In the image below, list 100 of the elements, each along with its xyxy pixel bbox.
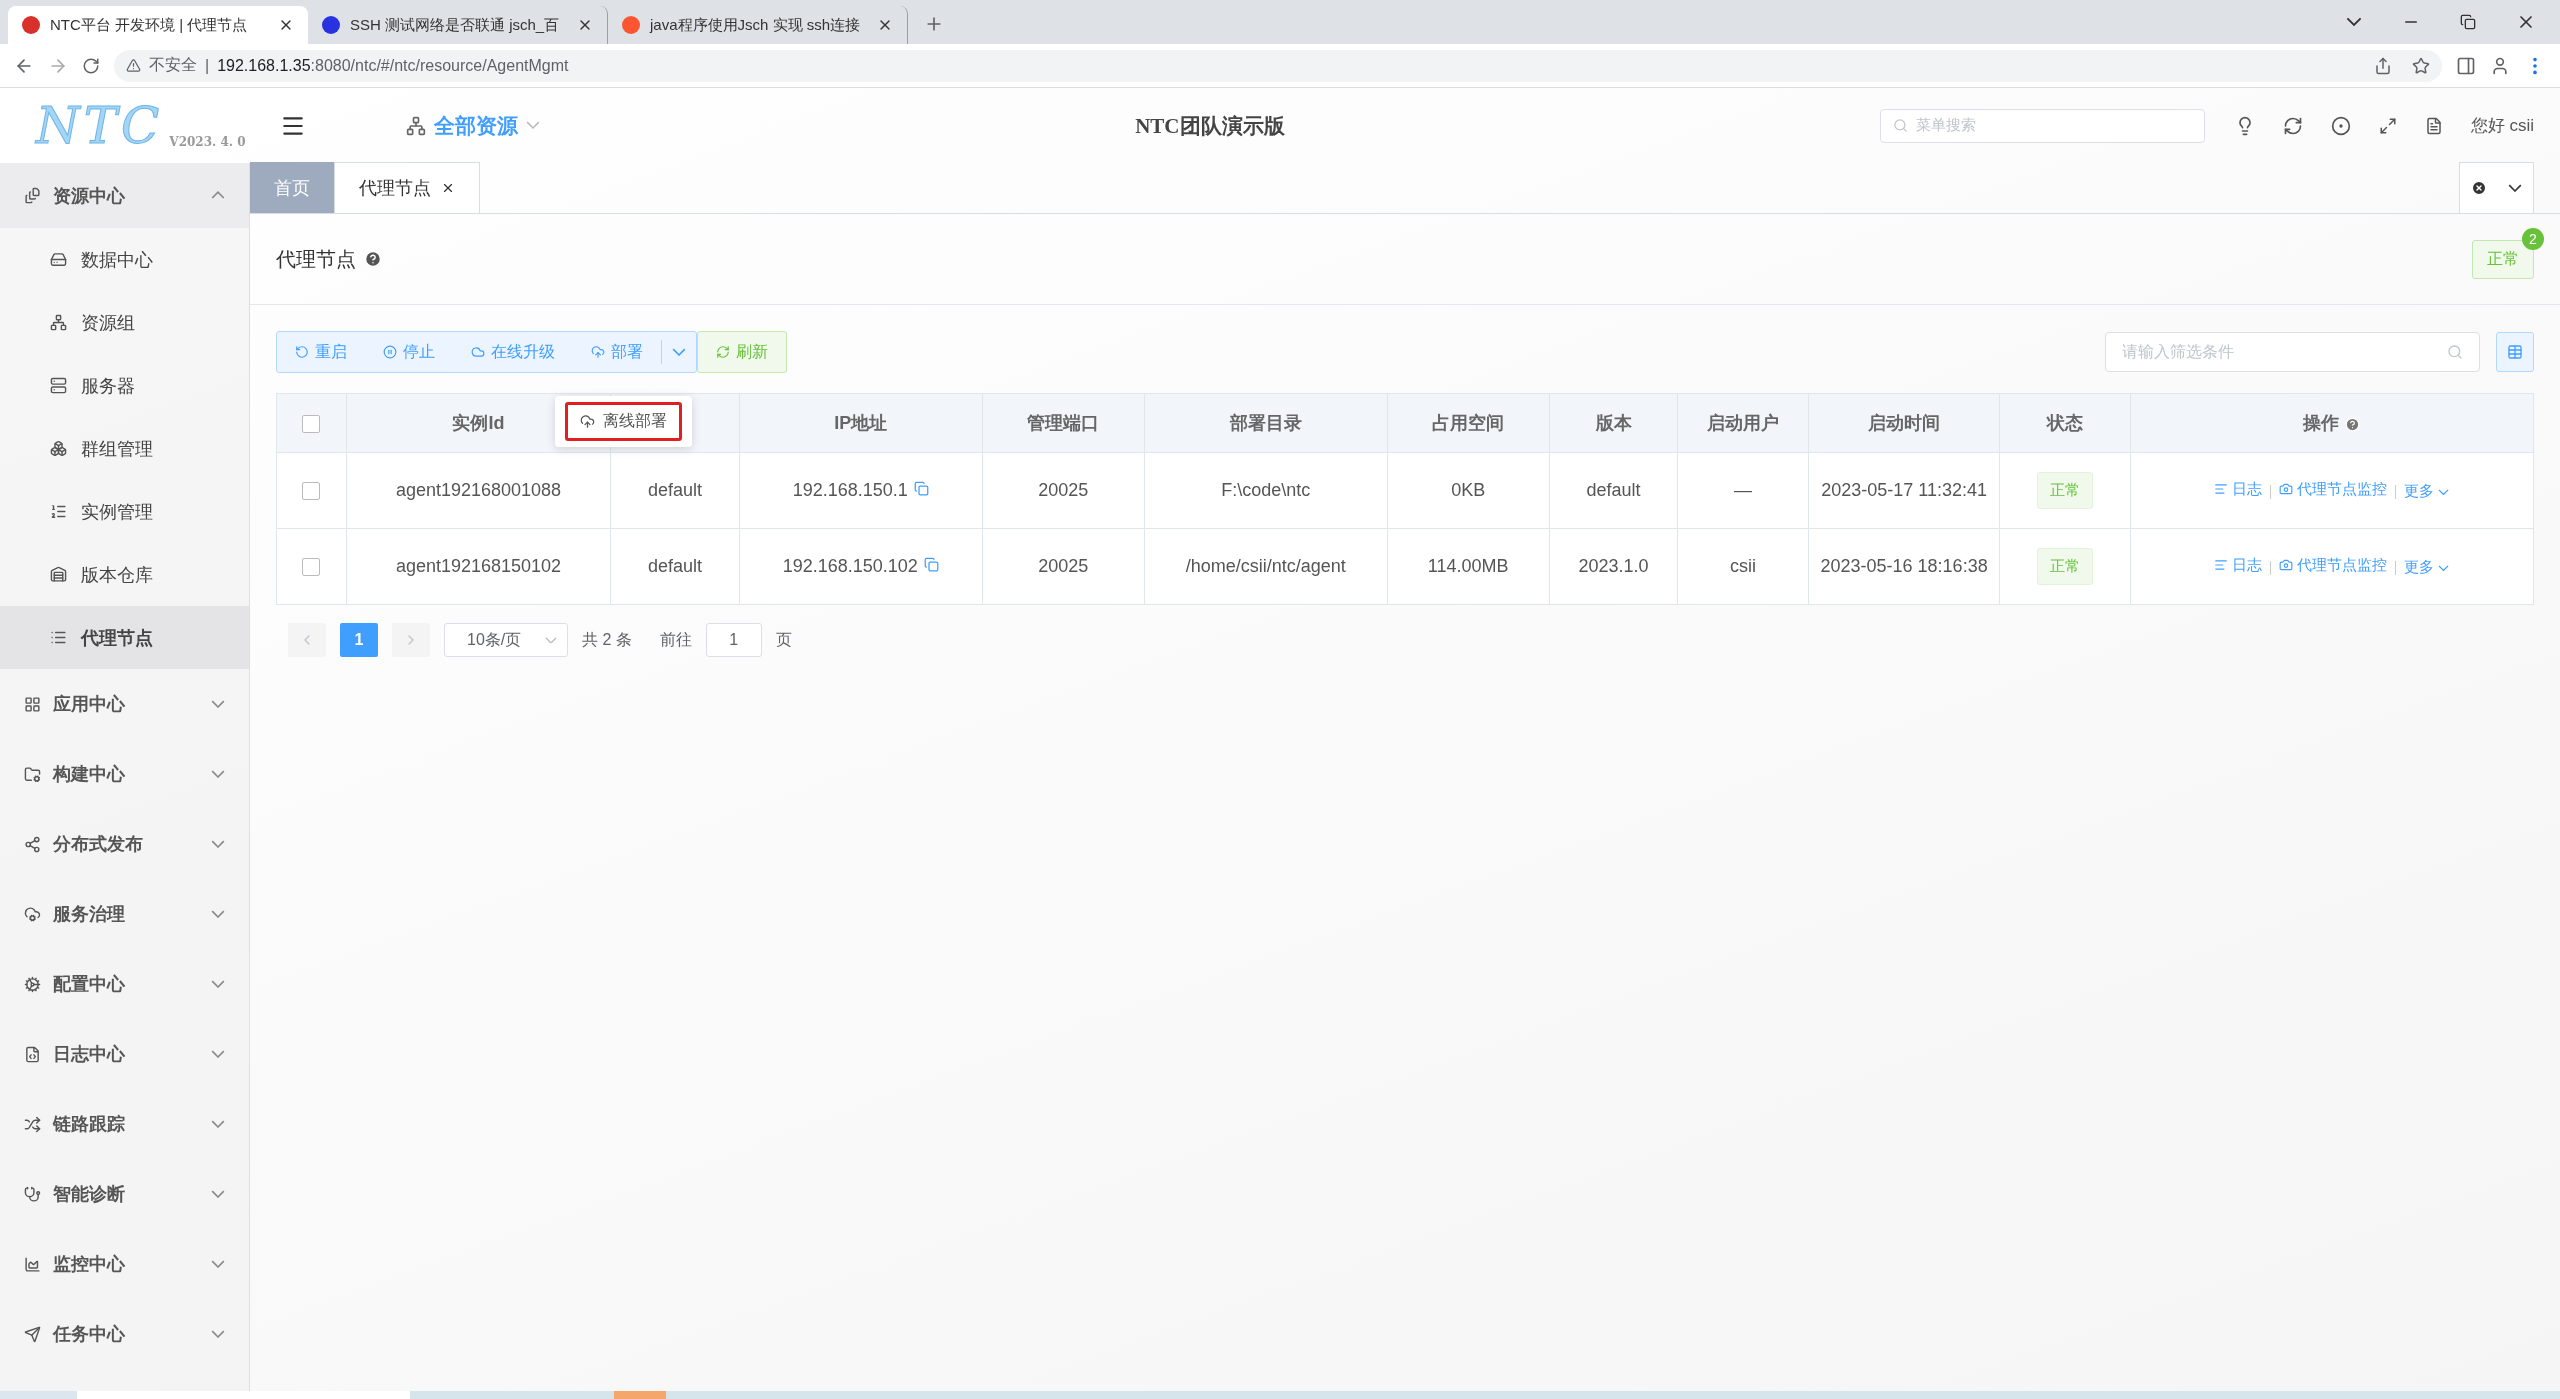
sidebar-group[interactable]: 应用中心 [0,669,249,739]
restart-icon [295,345,309,359]
table-cell: /home/csii/ntc/agent [1185,556,1346,576]
site-icon [622,16,640,34]
restore-icon[interactable] [2460,14,2476,30]
page-size-select[interactable]: 10条/页 [444,623,568,657]
target-icon[interactable] [2330,115,2351,136]
document-icon [24,187,41,204]
total-count: 共 2 条 [582,629,632,650]
fullscreen-icon[interactable] [2378,116,2397,135]
chevron-icon [545,636,557,644]
separator: | [205,56,210,75]
page-tab[interactable]: 代理节点 [334,162,480,213]
bookmark-icon[interactable] [2412,56,2430,75]
profile-icon[interactable] [2490,55,2510,76]
search-icon [2447,344,2463,360]
sidebar-group[interactable]: 日志中心 [0,1019,249,1089]
folder-gear-icon [24,765,41,783]
table-cell: — [1734,480,1753,500]
checkbox[interactable] [302,482,321,501]
chevron-icon [211,839,225,849]
reload-icon[interactable] [82,56,100,75]
help-icon[interactable] [364,250,382,268]
table-cell: default [647,480,702,500]
copy-icon[interactable] [923,557,939,572]
list-icon [50,629,67,646]
chevron-icon [211,1049,225,1059]
column-header: 版本 [1595,413,1632,433]
chevron-icon [211,1189,225,1199]
chevron-icon [211,769,225,779]
upload-icon [580,414,595,429]
sidebar-group[interactable]: 服务治理 [0,879,249,949]
table-cell: 20025 [1038,480,1089,500]
column-header: 占用空间 [1432,413,1505,433]
refresh-icon[interactable] [2282,115,2303,136]
sidebar-item[interactable]: 群组管理 [0,417,249,480]
boxes-icon [50,440,67,457]
drive-icon [50,251,67,268]
table-cell: F:\code\ntc [1221,480,1311,500]
sidebar-group[interactable]: 链路跟踪 [0,1089,249,1159]
sidebar-group[interactable]: 配置中心 [0,949,249,1019]
table-cell: 2023-05-17 11:32:41 [1821,480,1987,500]
gear-icon [24,975,41,993]
chevron-icon [211,1329,225,1339]
document-icon[interactable] [2424,116,2443,135]
table-cell: agent192168001088 [395,480,562,500]
sidebar-item[interactable]: 代理节点 [0,606,249,669]
grid-icon [24,695,41,713]
camera-icon [2279,482,2294,497]
chevron-icon [211,1259,225,1269]
list-icon [2214,558,2229,573]
table-cell: default [647,556,702,576]
checkbox[interactable] [302,558,321,577]
sidebar-group[interactable]: 资源中心 [0,163,249,228]
table-cell: 2023-05-16 18:16:38 [1820,556,1988,576]
sidebar-item[interactable]: 版本仓库 [0,543,249,606]
app-title: NTC团队演示版 [1134,112,1286,140]
close-all-icon[interactable] [2470,180,2487,196]
sidebar-item[interactable]: 数据中心 [0,228,249,291]
site-icon [22,16,40,34]
sidebar-item[interactable]: 服务器 [0,354,249,417]
close-icon[interactable] [441,181,455,195]
copy-icon[interactable] [913,481,929,496]
cloud-icon [471,345,485,359]
checkbox[interactable] [302,414,321,433]
side-panel-icon[interactable] [2456,55,2476,76]
table-cell: 192.168.150.102 [782,556,918,576]
search-icon [1892,118,1908,133]
share-icon[interactable] [2374,56,2392,75]
sidebar-group[interactable]: 分布式发布 [0,809,249,879]
warning-icon [126,58,141,73]
network-icon [406,115,426,136]
status-tag: 正常 [2037,548,2094,585]
menu-item[interactable]: 离线部署 [565,402,682,441]
sidebar-item[interactable]: 实例管理 [0,480,249,543]
browser-tab[interactable]: NTC平台 开发环境 | 代理节点 [8,6,308,44]
area-chart-icon [24,1255,41,1273]
table-cell: 2023.1.0 [1578,556,1649,576]
chevron-icon [211,979,225,989]
list-icon [2214,482,2229,497]
send-icon [24,1325,41,1343]
column-header: 管理端口 [1027,413,1100,433]
page-input[interactable]: 1 [705,623,762,657]
sidebar-group[interactable]: 构建中心 [0,739,249,809]
sidebar-group[interactable]: 任务中心 [0,1299,249,1369]
share-icon [24,835,41,853]
table-cell: 20025 [1038,556,1089,576]
goto-label: 前往 [659,629,692,650]
address-bar[interactable]: 不安全 | 192.168.1.35:8080/ntc/#/ntc/resource/AgentMgmt [114,49,2442,82]
sidebar-group[interactable]: 监控中心 [0,1229,249,1299]
sidebar-item[interactable]: 资源组 [0,291,249,354]
help-icon[interactable] [2345,416,2361,432]
sidebar-group[interactable]: 智能诊断 [0,1159,249,1229]
table-cell: default [1586,480,1641,500]
chevron-icon [2438,564,2450,571]
shuffle-icon [24,1115,41,1133]
tab-actions[interactable] [2459,162,2534,213]
chevron-icon [211,1119,225,1129]
numbered-list-icon [50,503,67,520]
user-greeting[interactable]: 您好 csii [2470,114,2534,137]
